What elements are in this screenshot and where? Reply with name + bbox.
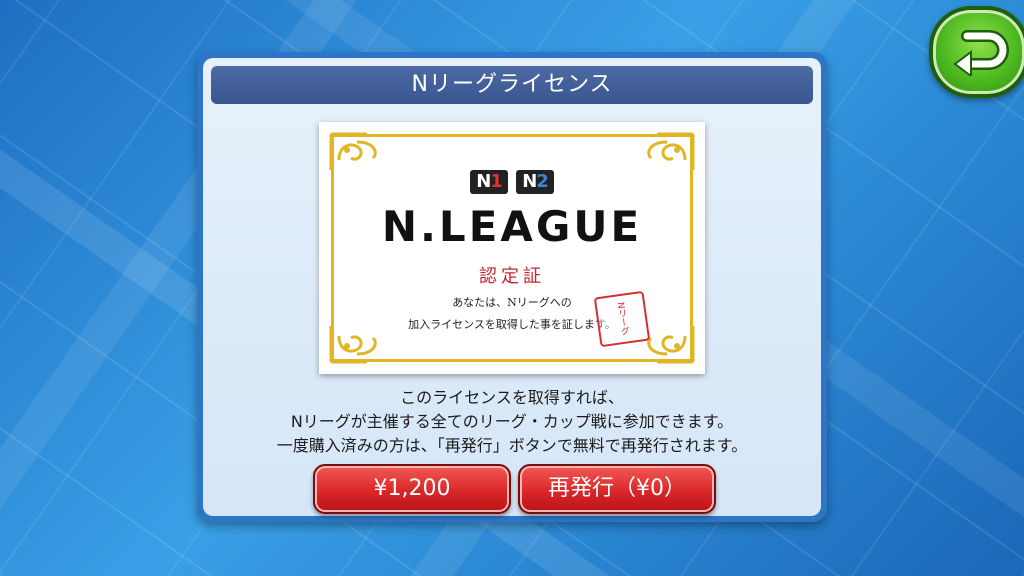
license-description: このライセンスを取得すれば、 Nリーグが主催する全てのリーグ・カップ戦に参加でき… [203,386,821,458]
description-line: 一度購入済みの方は、「再発行」ボタンで無料で再発行されます。 [276,436,748,455]
certificate-subtitle: 認定証 [479,266,545,287]
seal-stamp: Nリーグ [593,290,651,348]
license-dialog: Nリーグライセンス N1 N2 N.LEAGUE 認定証 あなたは、Nリーグへの… [197,52,827,522]
dialog-body: Nリーグライセンス N1 N2 N.LEAGUE 認定証 あなたは、Nリーグへの… [203,58,821,516]
n2-logo: N2 [516,170,554,194]
league-logos: N1 N2 [319,170,705,194]
description-line: このライセンスを取得すれば、 [400,388,624,407]
reissue-button[interactable]: 再発行（¥0） [518,464,716,514]
n1-logo: N1 [470,170,508,194]
dialog-title: Nリーグライセンス [211,66,813,104]
description-line: Nリーグが主催する全てのリーグ・カップ戦に参加できます。 [290,412,734,431]
back-arrow-icon [953,30,1009,76]
certificate-title: N.LEAGUE [381,202,643,251]
back-button[interactable] [929,6,1024,98]
buy-button[interactable]: ¥1,200 [313,464,511,514]
license-certificate: N1 N2 N.LEAGUE 認定証 あなたは、Nリーグへの 加入ライセンスを取… [319,122,705,374]
